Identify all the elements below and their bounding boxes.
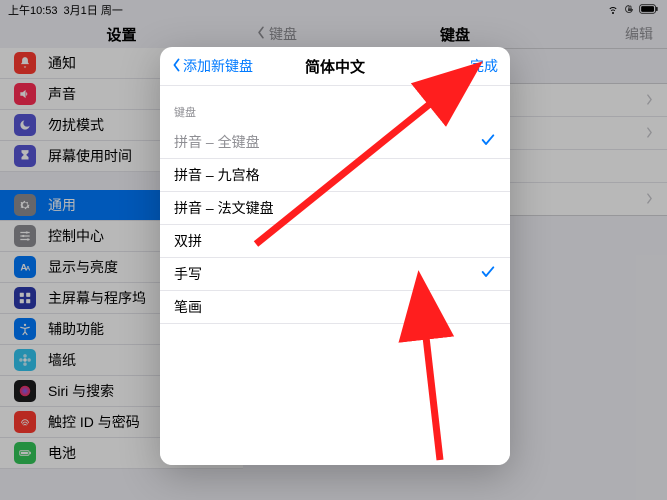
modal-back-button[interactable]: 添加新键盘: [172, 56, 253, 76]
modal-option-label: 拼音 – 法文键盘: [174, 198, 274, 218]
modal-option[interactable]: 双拼: [160, 225, 510, 258]
modal-option-label: 笔画: [174, 297, 202, 317]
modal-option-label: 拼音 – 全键盘: [174, 132, 260, 152]
modal-backdrop[interactable]: 添加新键盘 简体中文 完成 键盘 拼音 – 全键盘拼音 – 九宫格拼音 – 法文…: [0, 0, 667, 500]
check-icon: [480, 132, 496, 153]
modal-back-label: 添加新键盘: [183, 56, 253, 76]
modal-option[interactable]: 拼音 – 法文键盘: [160, 192, 510, 225]
modal-section-label: 键盘: [160, 86, 510, 126]
modal-done-button[interactable]: 完成: [470, 56, 498, 76]
check-icon: [480, 264, 496, 285]
modal-option-label: 拼音 – 九宫格: [174, 165, 260, 185]
keyboard-modal: 添加新键盘 简体中文 完成 键盘 拼音 – 全键盘拼音 – 九宫格拼音 – 法文…: [160, 47, 510, 465]
modal-option[interactable]: 拼音 – 全键盘: [160, 126, 510, 159]
chevron-left-icon: [172, 58, 181, 75]
modal-option-label: 双拼: [174, 231, 202, 251]
modal-option[interactable]: 手写: [160, 258, 510, 291]
modal-option-label: 手写: [174, 264, 202, 284]
modal-option[interactable]: 拼音 – 九宫格: [160, 159, 510, 192]
modal-option[interactable]: 笔画: [160, 291, 510, 324]
